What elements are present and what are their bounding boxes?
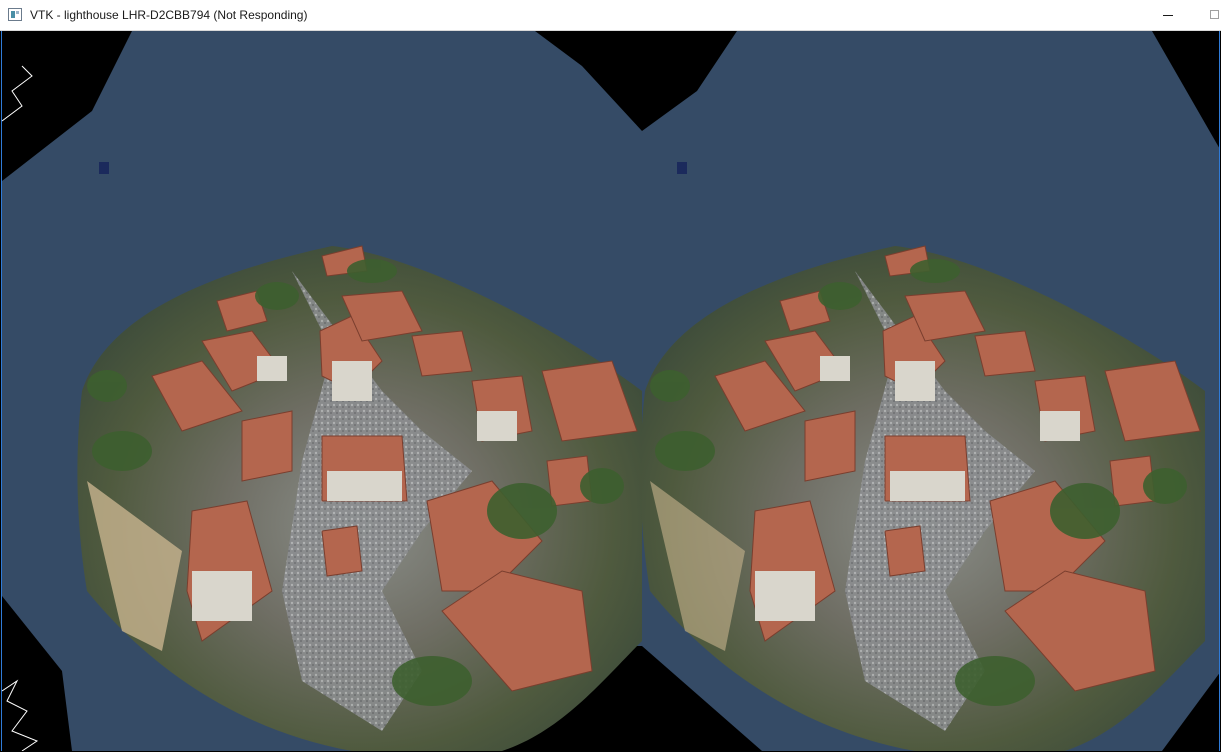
vr-stereo-render-view[interactable]: [1, 31, 1220, 751]
maximize-icon: [1210, 10, 1219, 19]
title-bar[interactable]: VTK - lighthouse LHR-D2CBB794 (Not Respo…: [0, 0, 1221, 31]
minimize-button[interactable]: [1145, 0, 1191, 30]
vtk-window: VTK - lighthouse LHR-D2CBB794 (Not Respo…: [0, 0, 1221, 752]
window-title: VTK - lighthouse LHR-D2CBB794 (Not Respo…: [30, 8, 308, 22]
vtk-app-icon[interactable]: [8, 8, 22, 21]
maximize-button[interactable]: [1192, 0, 1221, 30]
marker-cube: [99, 162, 109, 174]
minimize-icon: [1163, 15, 1173, 16]
marker-cube: [677, 162, 687, 174]
stereo-render-canvas: [2, 31, 1219, 751]
